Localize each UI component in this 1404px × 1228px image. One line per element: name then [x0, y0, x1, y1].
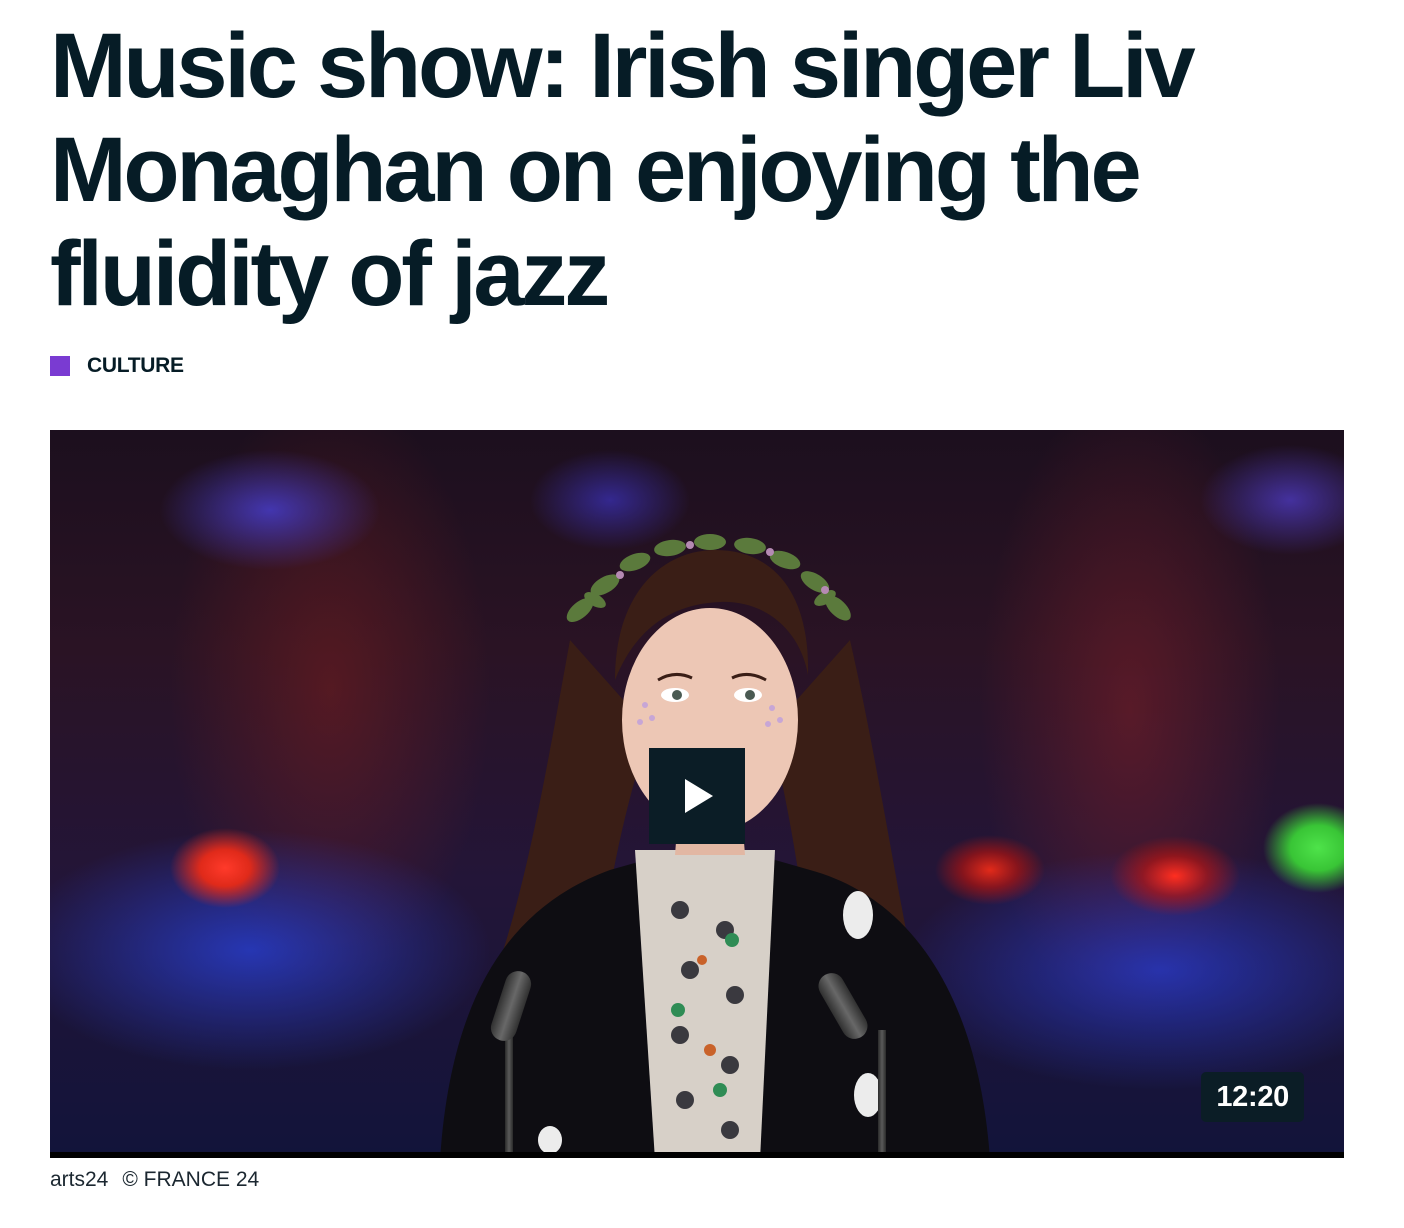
microphone-left-stand	[505, 1030, 513, 1158]
category-marker	[50, 356, 70, 376]
caption-program[interactable]: arts24	[50, 1168, 108, 1192]
play-icon	[685, 779, 713, 813]
category-tag[interactable]: CULTURE	[50, 354, 184, 377]
caption-credit: © FRANCE 24	[122, 1168, 260, 1191]
video-duration-badge: 12:20	[1201, 1072, 1304, 1122]
video-player[interactable]: 12:20	[50, 430, 1344, 1158]
video-caption: arts24 © FRANCE 24	[50, 1168, 259, 1192]
microphone-right-stand	[878, 1030, 886, 1158]
category-label: CULTURE	[87, 354, 184, 377]
article-title: Music show: Irish singer Liv Monaghan on…	[50, 15, 1196, 325]
play-button[interactable]	[649, 748, 745, 844]
player-bottom-edge	[50, 1152, 1344, 1158]
